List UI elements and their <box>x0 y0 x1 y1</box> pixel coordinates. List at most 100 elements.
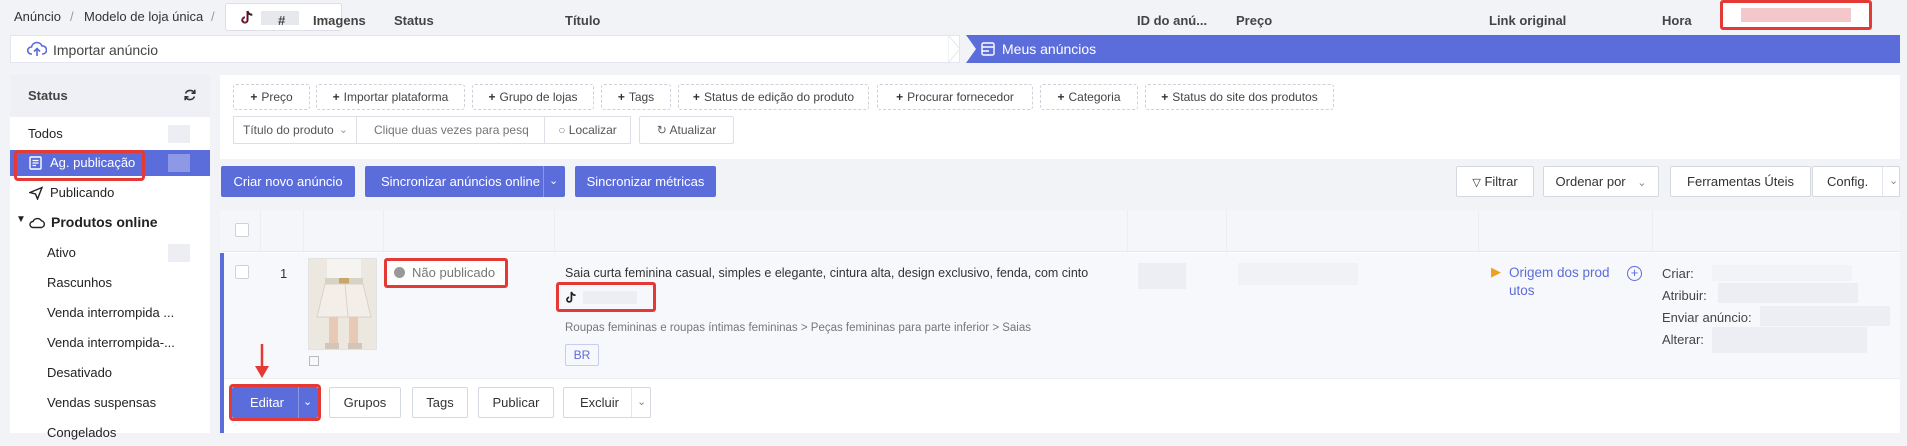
sidebar-item-sale-interrupted-2[interactable]: Venda interrompida-... <box>10 330 210 356</box>
select-all-checkbox[interactable] <box>235 223 249 237</box>
time-create-label: Criar: <box>1662 266 1694 281</box>
status-badge: Não publicado <box>384 258 508 288</box>
sidebar-item-suspended[interactable]: Vendas suspensas <box>10 390 210 416</box>
column-header-title: Título <box>565 13 601 28</box>
chip-label: Status de edição do produto <box>703 90 855 104</box>
sidebar-item-all[interactable]: Todos <box>10 121 210 147</box>
filter-chip-store-group[interactable]: + Grupo de lojas <box>472 84 594 110</box>
chip-label: Grupo de lojas <box>499 90 578 104</box>
product-title[interactable]: Saia curta feminina casual, simples e el… <box>565 266 1088 280</box>
chevron-down-icon[interactable]: ⌄ <box>637 388 646 417</box>
create-listing-button[interactable]: Criar novo anúncio <box>221 166 355 197</box>
step-import[interactable]: Importar anúncio <box>10 35 960 63</box>
product-image[interactable] <box>308 258 377 350</box>
chip-label: Importar plataforma <box>343 90 449 104</box>
listing-id-redacted <box>1138 263 1186 289</box>
tiktok-icon <box>241 10 253 24</box>
sidebar-item-active[interactable]: Ativo <box>10 240 210 266</box>
row-checkbox[interactable] <box>235 265 249 279</box>
filter-chip-find-supplier[interactable]: + Procurar fornecedor <box>877 84 1033 110</box>
step-import-label: Importar anúncio <box>53 42 159 58</box>
filter-chip-edit-status[interactable]: + Status de edição do produto <box>678 84 869 110</box>
column-header-link: Link original <box>1489 13 1567 28</box>
sort-button[interactable]: Ordenar por ⌄ <box>1543 166 1659 197</box>
sidebar-item-label: Venda interrompida ... <box>47 305 175 320</box>
origin-link-continued[interactable]: utos <box>1509 283 1535 298</box>
delete-label: Excluir <box>580 395 620 410</box>
publish-button[interactable]: Publicar <box>478 387 554 418</box>
filter-chip-tags[interactable]: + Tags <box>601 84 671 110</box>
sidebar-item-label: Produtos online <box>51 214 158 230</box>
sidebar-item-drafts[interactable]: Rascunhos <box>10 270 210 296</box>
sidebar-item-sale-interrupted-1[interactable]: Venda interrompida ... <box>10 300 210 326</box>
highlight-box <box>229 384 321 421</box>
step-notch <box>966 35 976 63</box>
filter-chip-price[interactable]: + Preço <box>233 84 310 110</box>
column-header-images: Imagens <box>313 13 366 28</box>
sidebar-item-disabled[interactable]: Desativado <box>10 360 210 386</box>
chevron-down-icon: ⌄ <box>1637 177 1647 189</box>
config-button[interactable]: Config. ⌄ <box>1812 166 1900 197</box>
store-name-redacted <box>583 291 637 304</box>
column-header-price: Preço <box>1236 13 1273 28</box>
sidebar-title: Status <box>28 88 68 103</box>
sidebar-item-label: Todos <box>28 126 63 141</box>
highlight-box <box>556 282 656 312</box>
site-tag: BR <box>565 344 599 366</box>
filter-chip-category[interactable]: + Categoria <box>1040 84 1138 110</box>
filter-chip-import-platform[interactable]: + Importar plataforma <box>316 84 465 110</box>
sort-label: Ordenar por <box>1555 174 1626 189</box>
status-text: Não publicado <box>412 265 496 280</box>
refresh-button[interactable]: ↻ Atualizar <box>639 116 734 144</box>
sidebar-item-label: Vendas suspensas <box>47 395 157 410</box>
breadcrumb-separator: / <box>211 9 215 24</box>
sidebar-item-publishing[interactable]: Publicando <box>10 180 210 206</box>
product-category: Roupas femininas e roupas íntimas femini… <box>565 322 1031 334</box>
chevron-down-icon[interactable]: ⌄ <box>549 166 558 197</box>
highlighted-account-area[interactable] <box>1720 0 1872 30</box>
time-modify-redacted <box>1712 327 1867 353</box>
count-redacted <box>168 154 190 172</box>
sidebar-header: Status <box>10 75 210 117</box>
count-redacted <box>168 125 190 143</box>
time-assign-label: Atribuir: <box>1662 288 1707 303</box>
sync-online-listings-button[interactable]: Sincronizar anúncios online ⌄ <box>365 166 565 197</box>
refresh-icon[interactable] <box>183 88 197 102</box>
refresh-label: Atualizar <box>669 123 717 137</box>
breadcrumb-root[interactable]: Anúncio <box>14 9 61 24</box>
sidebar-item-online-products[interactable]: ▼ Produtos online <box>10 210 210 236</box>
tags-button[interactable]: Tags <box>412 387 468 418</box>
sync-metrics-button[interactable]: Sincronizar métricas <box>575 166 716 197</box>
locate-button[interactable]: ○ Localizar <box>544 116 631 144</box>
sidebar-item-label: Venda interrompida-... <box>47 335 175 350</box>
step-arrow <box>948 35 961 63</box>
column-header-index: # <box>278 13 286 28</box>
sidebar-item-frozen[interactable]: Congelados <box>10 420 210 446</box>
useful-tools-button[interactable]: Ferramentas Úteis <box>1670 166 1811 197</box>
time-send-label: Enviar anúncio: <box>1662 310 1752 325</box>
filter-button[interactable]: ▽ Filtrar <box>1456 166 1534 197</box>
link-marker-icon: ▶ <box>1491 264 1501 279</box>
search-icon: ○ <box>558 123 566 137</box>
delete-button[interactable]: Excluir ⌄ <box>563 387 651 418</box>
sidebar-item-label: Publicando <box>50 185 115 200</box>
filter-label: Filtrar <box>1484 174 1518 189</box>
add-circle-icon[interactable]: + <box>1627 266 1642 281</box>
column-header-status: Status <box>394 13 434 28</box>
copy-icon[interactable] <box>309 356 319 366</box>
step-my-listings[interactable]: Meus anúncios <box>966 35 1900 63</box>
filter-chip-site-status[interactable]: + Status do site dos produtos <box>1145 84 1334 110</box>
sync-label: Sincronizar anúncios online <box>381 174 540 189</box>
search-input[interactable] <box>356 116 545 144</box>
origin-link[interactable]: Origem dos prod <box>1509 265 1610 280</box>
time-modify-label: Alterar: <box>1662 332 1704 347</box>
search-field-select[interactable]: Título do produto ⌄ <box>233 116 357 144</box>
skirt-photo <box>309 259 376 349</box>
groups-button[interactable]: Grupos <box>329 387 401 418</box>
breadcrumb-separator: / <box>70 9 74 24</box>
count-redacted <box>168 244 190 262</box>
listings-icon <box>981 42 995 56</box>
annotation-arrow <box>255 344 269 378</box>
breadcrumb-template[interactable]: Modelo de loja única <box>84 9 203 24</box>
sidebar-item-label: Desativado <box>47 365 113 380</box>
